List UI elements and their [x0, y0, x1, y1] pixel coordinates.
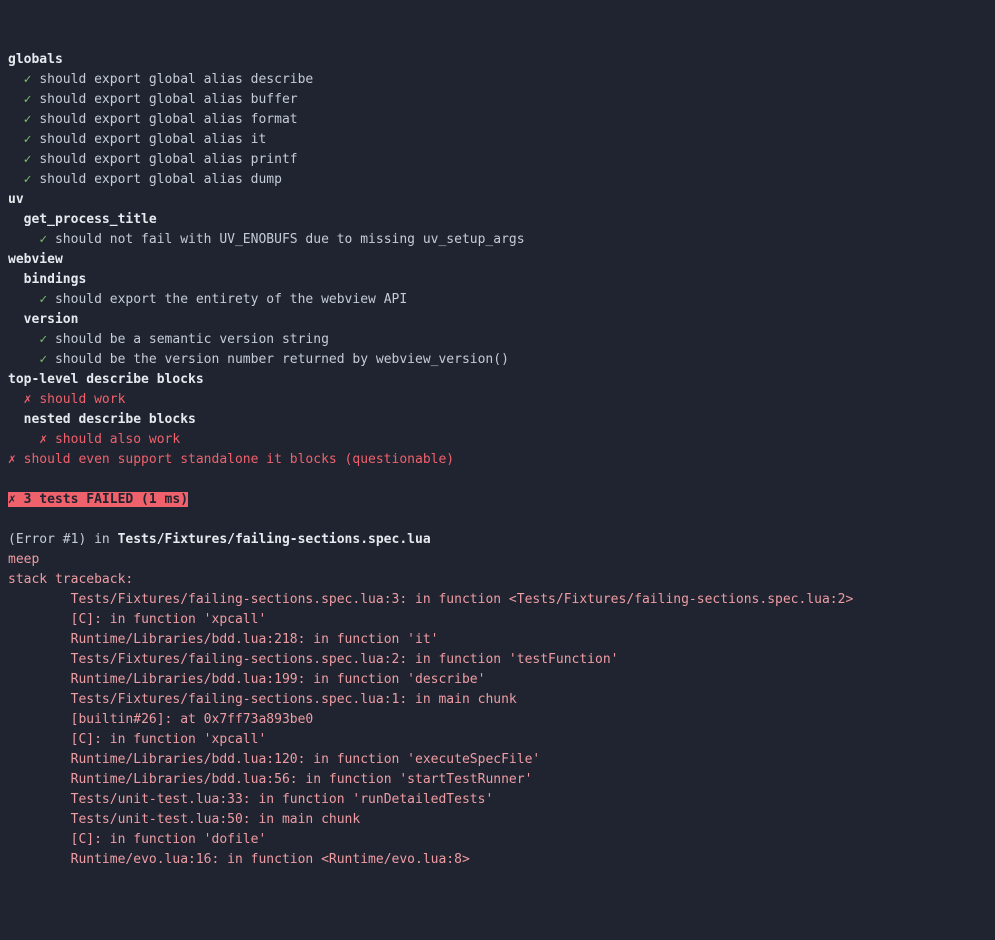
traceback-line: [C]: in function 'dofile' — [71, 832, 267, 847]
check-icon: ✓ — [24, 132, 32, 147]
check-icon: ✓ — [24, 172, 32, 187]
test-name: should not fail with UV_ENOBUFS due to m… — [55, 232, 525, 247]
test-name: should work — [39, 392, 125, 407]
test-name: should be the version number returned by… — [55, 352, 509, 367]
error-file: Tests/Fixtures/failing-sections.spec.lua — [118, 532, 431, 547]
sub-suite-name: nested describe blocks — [24, 412, 196, 427]
traceback-line: Tests/Fixtures/failing-sections.spec.lua… — [71, 692, 517, 707]
check-icon: ✓ — [39, 292, 47, 307]
test-name: should be a semantic version string — [55, 332, 329, 347]
traceback-line: Tests/unit-test.lua:50: in main chunk — [71, 812, 361, 827]
summary-badge: ✗ 3 tests FAILED (1 ms) — [8, 492, 188, 507]
sub-suite-name: bindings — [24, 272, 87, 287]
traceback-line: [C]: in function 'xpcall' — [71, 732, 267, 747]
cross-icon: ✗ — [8, 452, 16, 467]
traceback-line: [builtin#26]: at 0x7ff73a893be0 — [71, 712, 314, 727]
traceback-header: stack traceback: — [8, 572, 133, 587]
suite-name: globals — [8, 52, 63, 67]
check-icon: ✓ — [39, 352, 47, 367]
traceback-line: Runtime/Libraries/bdd.lua:218: in functi… — [71, 632, 439, 647]
check-icon: ✓ — [24, 112, 32, 127]
test-name: should export global alias printf — [39, 152, 297, 167]
suite-name: top-level describe blocks — [8, 372, 204, 387]
check-icon: ✓ — [24, 152, 32, 167]
sub-suite-name: version — [24, 312, 79, 327]
traceback-line: Runtime/evo.lua:16: in function <Runtime… — [71, 852, 470, 867]
traceback-line: Runtime/Libraries/bdd.lua:120: in functi… — [71, 752, 541, 767]
check-icon: ✓ — [24, 92, 32, 107]
check-icon: ✓ — [24, 72, 32, 87]
traceback-line: Tests/unit-test.lua:33: in function 'run… — [71, 792, 494, 807]
traceback-line: Tests/Fixtures/failing-sections.spec.lua… — [71, 592, 854, 607]
cross-icon: ✗ — [8, 492, 16, 507]
test-name: should even support standalone it blocks… — [24, 452, 454, 467]
sub-suite-name: get_process_title — [24, 212, 157, 227]
traceback-line: Tests/Fixtures/failing-sections.spec.lua… — [71, 652, 619, 667]
summary-text: 3 tests FAILED (1 ms) — [24, 492, 188, 507]
test-name: should also work — [55, 432, 180, 447]
error-message: meep — [8, 552, 39, 567]
test-name: should export global alias dump — [39, 172, 282, 187]
traceback-line: [C]: in function 'xpcall' — [71, 612, 267, 627]
suite-name: uv — [8, 192, 24, 207]
traceback-line: Runtime/Libraries/bdd.lua:199: in functi… — [71, 672, 486, 687]
error-prefix: (Error #1) in — [8, 532, 118, 547]
cross-icon: ✗ — [24, 392, 32, 407]
test-name: should export global alias describe — [39, 72, 313, 87]
test-name: should export global alias format — [39, 112, 297, 127]
terminal-output: globals ✓ should export global alias des… — [8, 50, 987, 870]
suite-name: webview — [8, 252, 63, 267]
test-name: should export global alias it — [39, 132, 266, 147]
check-icon: ✓ — [39, 232, 47, 247]
test-name: should export global alias buffer — [39, 92, 297, 107]
cross-icon: ✗ — [39, 432, 47, 447]
check-icon: ✓ — [39, 332, 47, 347]
traceback-line: Runtime/Libraries/bdd.lua:56: in functio… — [71, 772, 533, 787]
test-name: should export the entirety of the webvie… — [55, 292, 407, 307]
